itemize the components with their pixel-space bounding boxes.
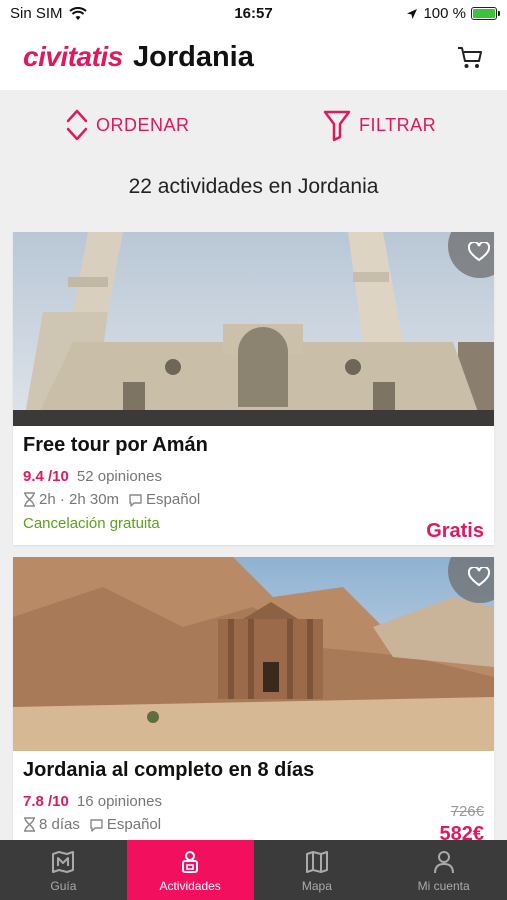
map-icon — [305, 851, 328, 873]
activity-photo-petra — [13, 557, 494, 751]
activity-rating: 7.8 /10 16 opiniones — [23, 793, 162, 810]
tab-label: Mapa — [301, 879, 332, 893]
tab-label: Mi cuenta — [417, 879, 470, 893]
tab-label: Guía — [50, 879, 77, 893]
app-header: civitatis Jordania — [0, 28, 507, 90]
filter-label: FILTRAR — [359, 114, 437, 135]
activity-photo-mosque — [13, 232, 494, 426]
filter-button[interactable]: FILTRAR — [323, 108, 436, 142]
heart-icon — [468, 567, 490, 587]
map-guide-icon — [52, 851, 75, 873]
review-count: 52 opiniones — [76, 468, 162, 485]
battery-level — [473, 9, 495, 18]
heart-icon — [468, 242, 490, 262]
rating-score: 7.8 /10 — [23, 793, 69, 810]
hourglass-icon — [24, 817, 35, 832]
activity-meta: 2h · 2h 30m Español — [23, 491, 200, 508]
tab-mapa[interactable]: Mapa — [254, 840, 381, 900]
review-count: 16 opiniones — [76, 793, 162, 810]
activities-icon — [182, 851, 199, 873]
results-count: 22 actividades en Jordania — [128, 175, 379, 198]
filter-icon — [323, 110, 351, 142]
activity-meta: 8 días Español — [23, 816, 161, 833]
activity-title[interactable]: Free tour por Amán — [23, 434, 208, 457]
activity-card[interactable]: Jordania al completo en 8 días 7.8 /10 16… — [13, 557, 494, 857]
sort-label: ORDENAR — [96, 114, 190, 135]
battery-percent: 100 % — [423, 5, 466, 22]
hourglass-icon — [24, 492, 35, 507]
tab-mi-cuenta[interactable]: Mi cuenta — [380, 840, 507, 900]
cart-icon[interactable] — [455, 42, 485, 72]
tab-actividades[interactable]: Actividades — [126, 840, 254, 900]
activity-language: Español — [146, 491, 201, 508]
location-arrow-icon — [407, 8, 418, 19]
bottom-tab-bar: Guía Actividades Mapa Mi cuenta — [0, 840, 507, 900]
speech-bubble-icon — [129, 493, 142, 507]
original-price: 726€ — [450, 803, 484, 820]
user-icon — [433, 851, 454, 874]
activity-language: Español — [106, 816, 162, 833]
sort-filter-bar: ORDENAR FILTRAR — [0, 90, 507, 165]
tab-guia[interactable]: Guía — [0, 840, 127, 900]
sort-button[interactable]: ORDENAR — [66, 108, 190, 142]
speech-bubble-icon — [90, 818, 103, 832]
battery-icon — [471, 7, 500, 20]
activity-duration: 8 días — [39, 816, 80, 833]
activity-title[interactable]: Jordania al completo en 8 días — [23, 759, 314, 782]
status-bar: Sin SIM 16:57 100 % — [0, 0, 507, 28]
tab-label: Actividades — [159, 879, 221, 893]
rating-score: 9.4 /10 — [23, 468, 69, 485]
activity-price: Gratis — [426, 520, 484, 542]
activity-rating: 9.4 /10 52 opiniones — [23, 468, 162, 485]
page-title: Jordania — [133, 41, 254, 73]
sort-icon — [66, 109, 88, 141]
activity-card[interactable]: Free tour por Amán 9.4 /10 52 opiniones 2… — [13, 232, 494, 545]
free-cancellation: Cancelación gratuita — [23, 515, 160, 532]
activity-duration: 2h · 2h 30m — [39, 491, 120, 508]
civitatis-logo[interactable]: civitatis — [23, 41, 123, 73]
